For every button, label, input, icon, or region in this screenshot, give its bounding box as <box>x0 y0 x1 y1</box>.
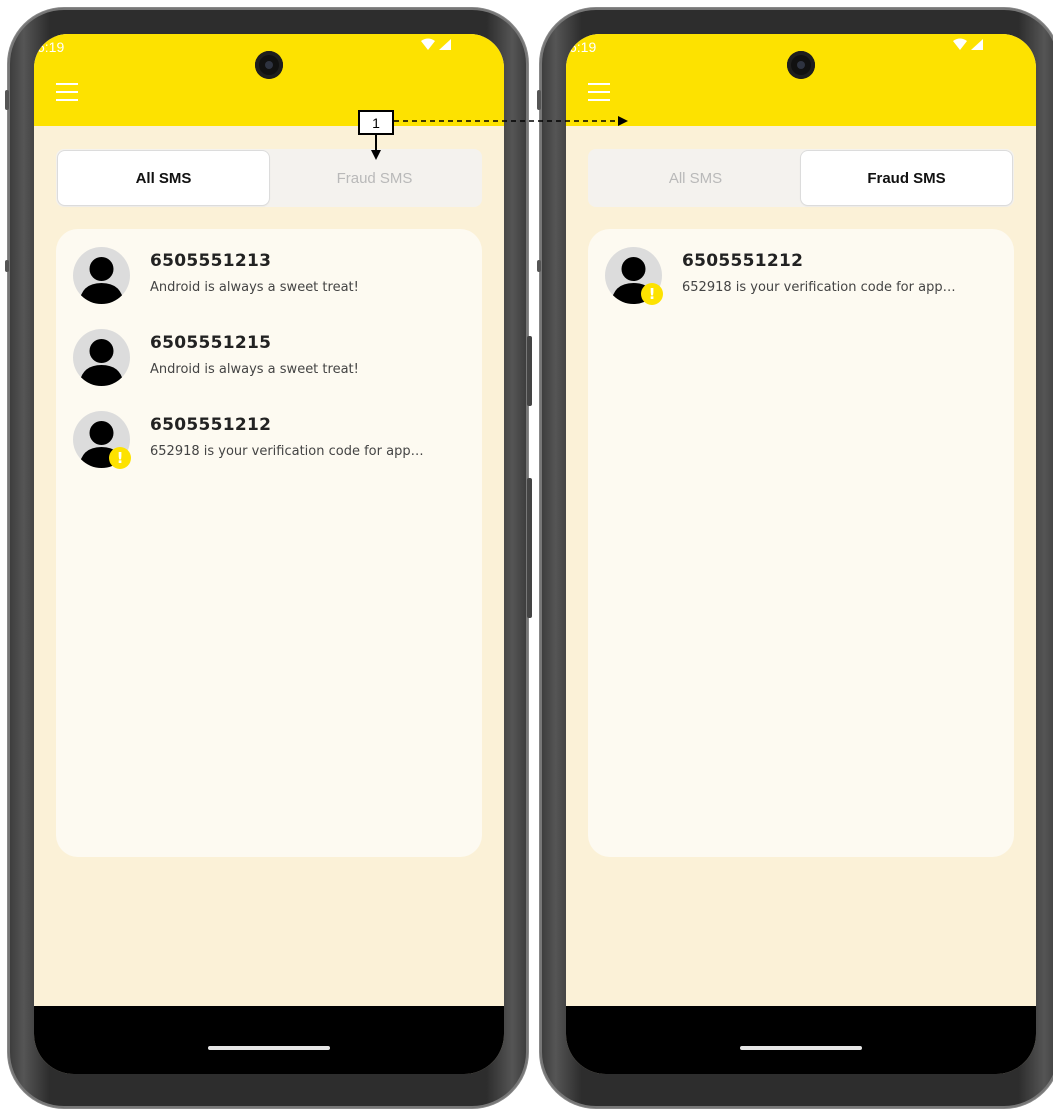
transition-arrows <box>371 116 628 160</box>
app-flow-canvas: 6:19 All SMS Fraud SMS 6505551213 Androi… <box>0 0 1053 1110</box>
step-label: 1 <box>358 110 394 135</box>
